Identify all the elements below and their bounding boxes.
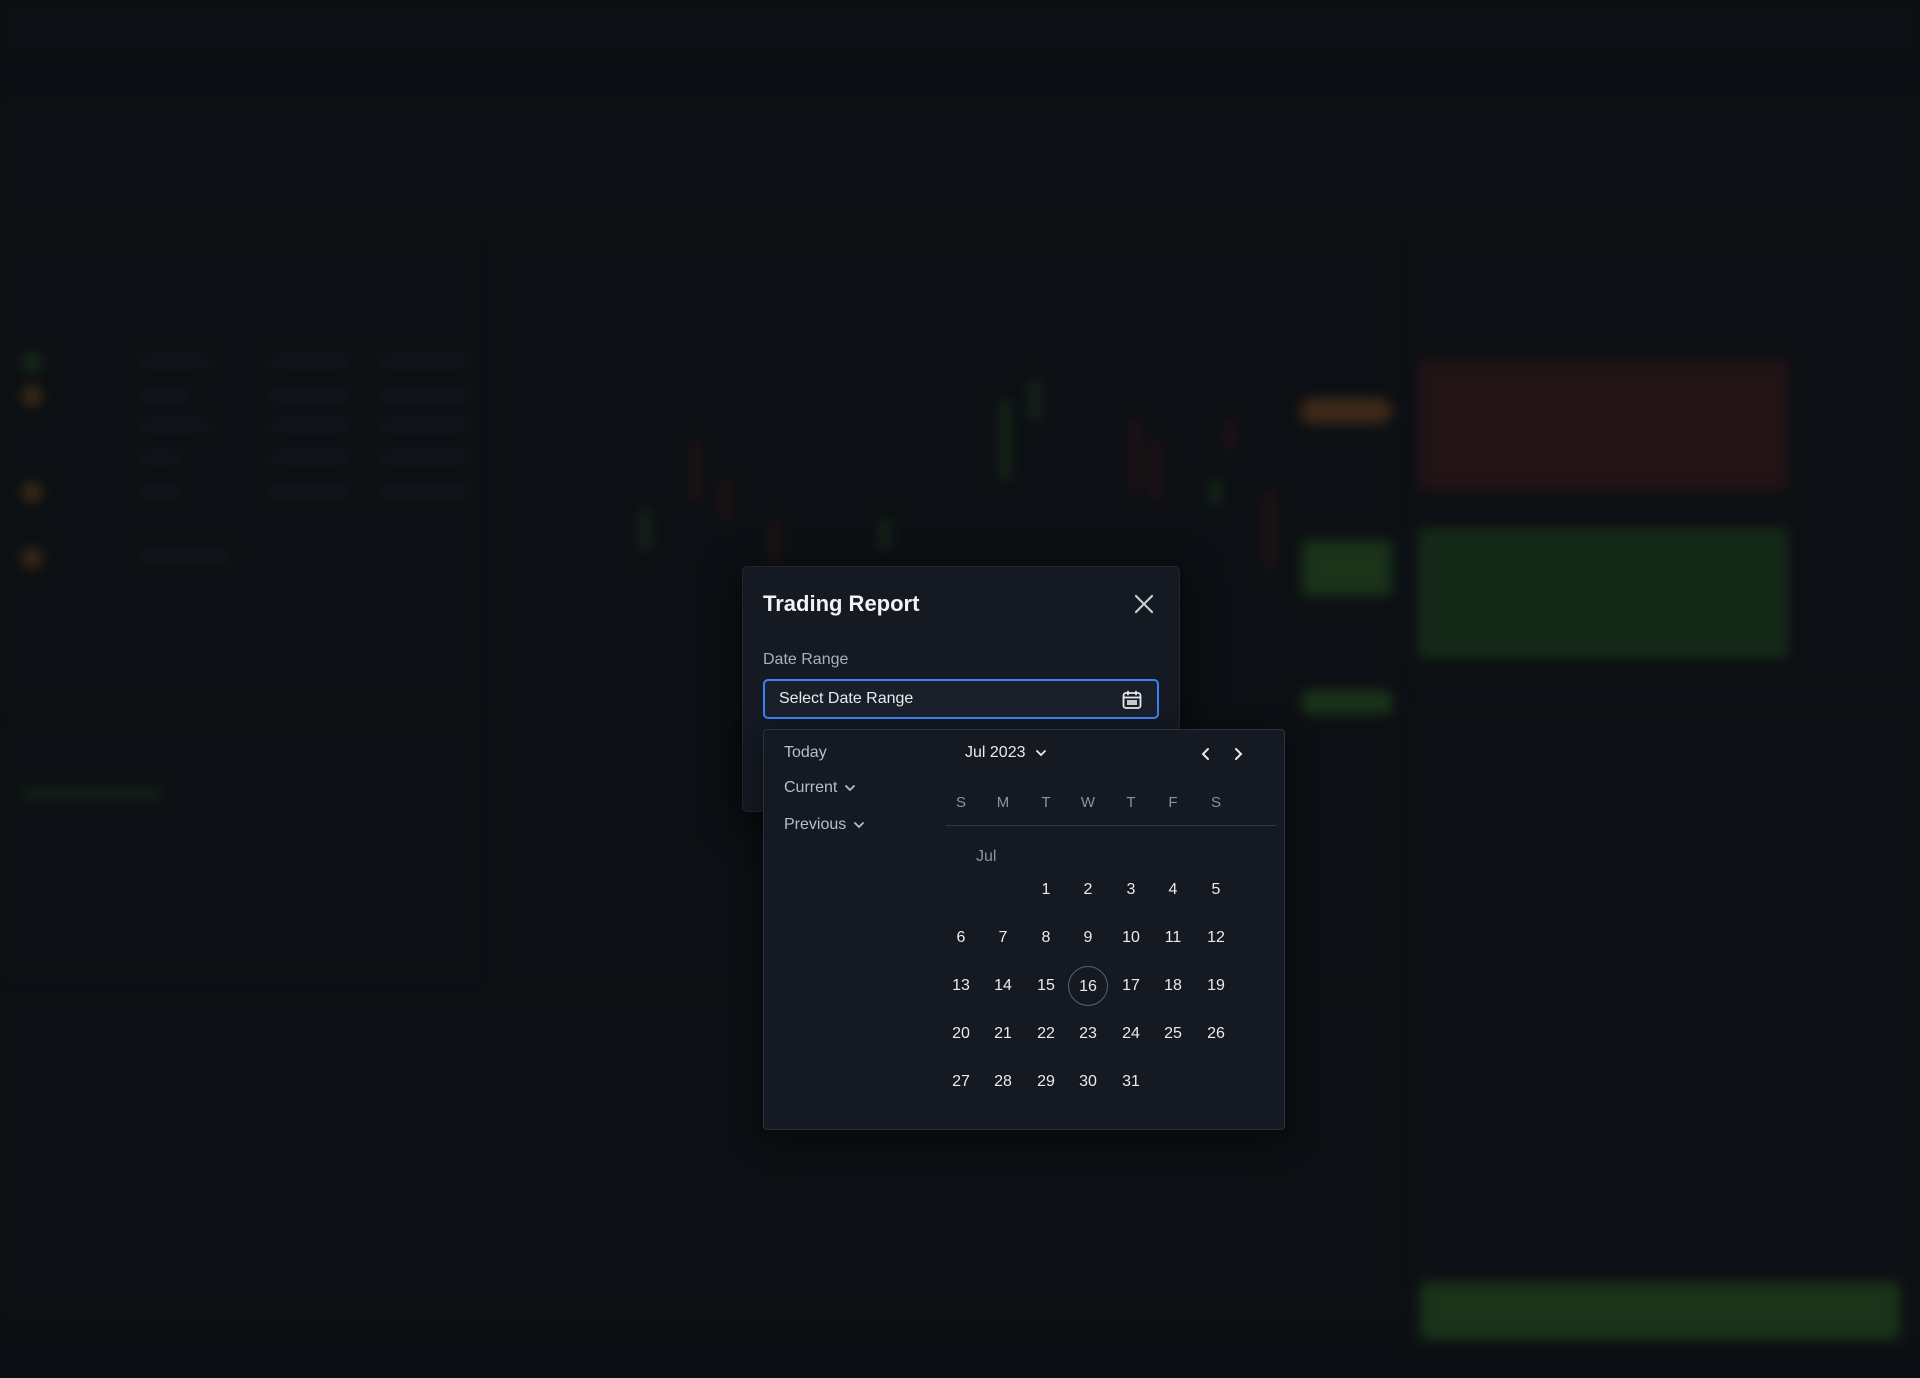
preset-today-label: Today [784, 744, 827, 761]
calendar-day[interactable]: 2 [1068, 870, 1108, 910]
calendar-day[interactable]: 20 [941, 1014, 981, 1054]
calendar-icon[interactable] [1121, 689, 1143, 711]
calendar-day[interactable]: 10 [1111, 918, 1151, 958]
close-icon [1134, 594, 1154, 614]
calendar-day[interactable]: 17 [1111, 966, 1151, 1006]
weekday-label: S [1210, 794, 1221, 811]
calendar-day[interactable]: 12 [1196, 918, 1236, 958]
weekday-label: F [1168, 794, 1178, 811]
calendar-day-today[interactable]: 16 [1068, 966, 1108, 1006]
calendar-day[interactable]: 28 [983, 1062, 1023, 1102]
weekday-label: W [1080, 794, 1096, 811]
calendar-day[interactable]: 30 [1068, 1062, 1108, 1102]
weekday-label: T [1126, 794, 1136, 811]
weekday-label: S [955, 794, 966, 811]
date-range-label: Date Range [763, 651, 849, 668]
preset-today[interactable]: Today [784, 744, 827, 762]
month-section-label: Jul [976, 848, 997, 865]
calendar-day[interactable]: 26 [1196, 1014, 1236, 1054]
calendar-day[interactable]: 14 [983, 966, 1023, 1006]
next-month-button[interactable] [1228, 744, 1248, 764]
preset-previous[interactable]: Previous [784, 816, 866, 834]
calendar-day[interactable]: 4 [1153, 870, 1193, 910]
calendar-day[interactable]: 1 [1026, 870, 1066, 910]
weekday-label: M [996, 794, 1010, 811]
calendar-day[interactable]: 21 [983, 1014, 1023, 1054]
calendar-day[interactable]: 22 [1026, 1014, 1066, 1054]
calendar-day[interactable]: 25 [1153, 1014, 1193, 1054]
calendar-day[interactable]: 3 [1111, 870, 1151, 910]
calendar-day[interactable]: 13 [941, 966, 981, 1006]
calendar-day[interactable]: 31 [1111, 1062, 1151, 1102]
chevron-down-icon [854, 822, 865, 829]
calendar-day[interactable]: 24 [1111, 1014, 1151, 1054]
calendar-day[interactable]: 7 [983, 918, 1023, 958]
date-picker-popup: Today Current Previous Jul 2023 SMTWTFS … [763, 729, 1285, 1130]
chevron-down-icon [845, 785, 856, 792]
calendar-day[interactable]: 19 [1196, 966, 1236, 1006]
calendar-day[interactable]: 8 [1026, 918, 1066, 958]
calendar-day[interactable]: 15 [1026, 966, 1066, 1006]
close-button[interactable] [1129, 589, 1159, 619]
calendar-day[interactable]: 23 [1068, 1014, 1108, 1054]
calendar-day[interactable]: 5 [1196, 870, 1236, 910]
calendar-day[interactable]: 18 [1153, 966, 1193, 1006]
calendar-day[interactable]: 6 [941, 918, 981, 958]
calendar-day[interactable]: 29 [1026, 1062, 1066, 1102]
weekday-label: T [1041, 794, 1051, 811]
date-range-input[interactable] [763, 679, 1159, 719]
month-year-selector[interactable]: Jul 2023 [965, 744, 1048, 762]
preset-previous-label: Previous [784, 816, 847, 833]
month-year-label: Jul 2023 [965, 744, 1026, 761]
modal-title: Trading Report [763, 591, 920, 616]
calendar-day[interactable]: 9 [1068, 918, 1108, 958]
chevron-down-icon [1035, 750, 1046, 757]
calendar-day[interactable]: 11 [1153, 918, 1193, 958]
preset-current[interactable]: Current [784, 779, 857, 797]
calendar-day[interactable]: 27 [941, 1062, 981, 1102]
weekday-divider [946, 825, 1276, 826]
previous-month-button[interactable] [1196, 744, 1216, 764]
preset-current-label: Current [784, 779, 838, 796]
